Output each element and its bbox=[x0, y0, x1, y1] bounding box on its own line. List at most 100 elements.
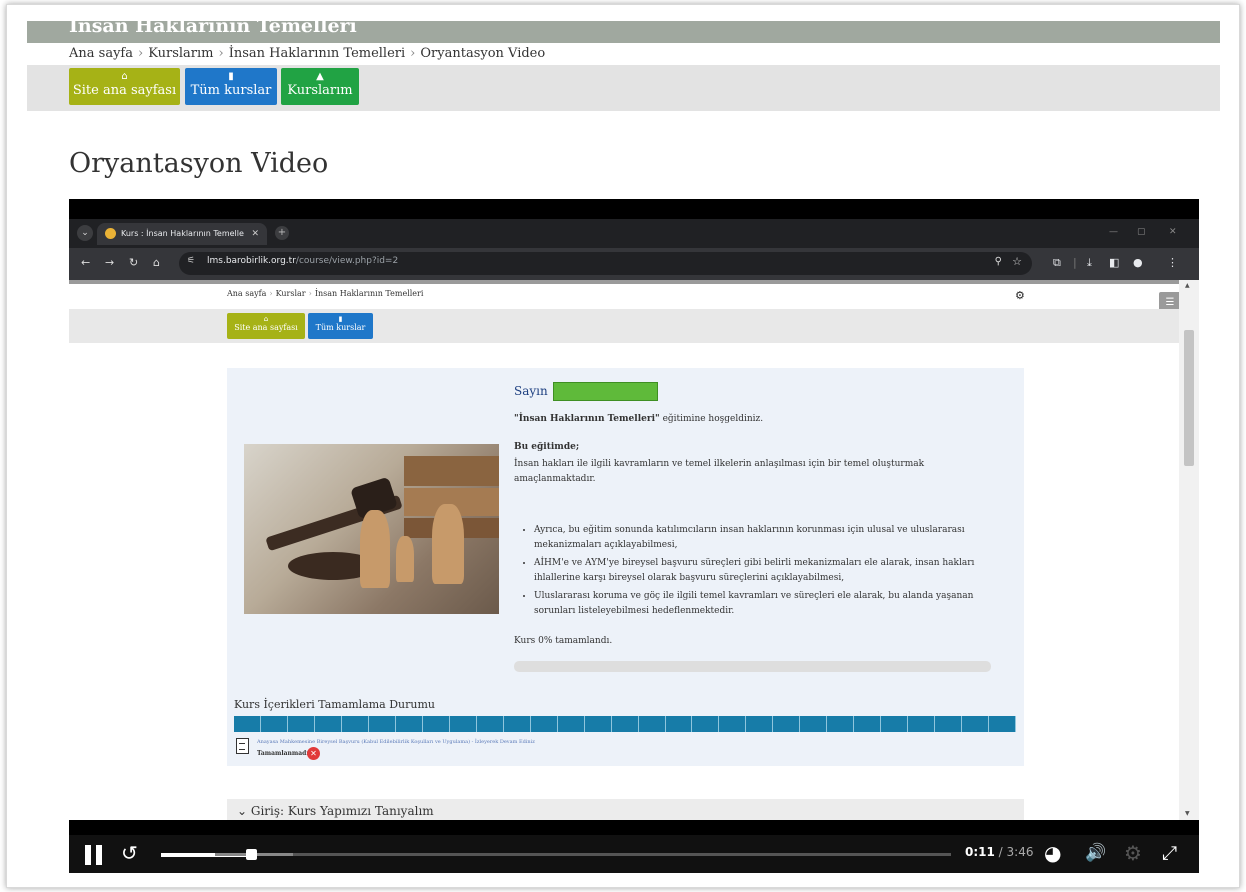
site-home-button[interactable]: ⌂ Site ana sayfası bbox=[69, 68, 180, 105]
inner-breadcrumb-home: Ana sayfa bbox=[227, 289, 267, 298]
list-item: Uluslararası koruma ve göç ile ilgili te… bbox=[534, 589, 984, 619]
section-title-text: Giriş: Kurs Yapımızı Tanıyalım bbox=[250, 804, 434, 818]
site-home-label: Site ana sayfası bbox=[72, 83, 177, 98]
scroll-up-icon: ▲ bbox=[1185, 282, 1190, 289]
course-progress-text: Kurs 0% tamamlandı. bbox=[514, 636, 613, 646]
minimize-icon: — bbox=[1109, 227, 1118, 237]
breadcrumb-separator: › bbox=[269, 289, 273, 298]
completion-segment bbox=[423, 716, 450, 732]
maximize-icon: ▢ bbox=[1137, 227, 1146, 237]
speed-icon[interactable]: ◕ bbox=[1044, 841, 1061, 865]
browser-tab: Kurs : İnsan Haklarının Temelle ✕ bbox=[97, 223, 267, 245]
zoom-icon: ⚲ bbox=[994, 256, 1002, 267]
completion-segment bbox=[666, 716, 693, 732]
inner-all-courses-label: Tüm kurslar bbox=[315, 323, 366, 332]
completion-segment bbox=[504, 716, 531, 732]
inner-breadcrumb-course: İnsan Haklarının Temelleri bbox=[314, 289, 424, 298]
time-display: 0:11 / 3:46 bbox=[965, 845, 1033, 859]
greeting: Sayın bbox=[514, 384, 548, 398]
reload-icon: ↻ bbox=[129, 256, 139, 269]
settings-gear-icon[interactable]: ⚙ bbox=[1124, 841, 1142, 865]
completion-segment bbox=[692, 716, 720, 732]
pause-button[interactable] bbox=[85, 845, 103, 865]
embedded-course-page: Ana sayfa › Kurslar › İnsan Haklarının Temel… bbox=[69, 280, 1199, 820]
completion-segment bbox=[234, 716, 261, 732]
my-courses-label: Kurslarım bbox=[287, 83, 353, 98]
seek-bar[interactable] bbox=[215, 853, 951, 856]
rewind-10-icon[interactable]: ↺ bbox=[121, 841, 138, 865]
inner-scrollbar: ▲ ▼ bbox=[1179, 280, 1199, 820]
browser-menu-icon: ⋮ bbox=[1167, 256, 1178, 269]
browser-address-bar: ← → ↻ ⌂ ⚟ lms.barobirlik.org.tr/course/v… bbox=[69, 248, 1199, 280]
new-tab-icon: + bbox=[275, 226, 289, 240]
home-icon: ⌂ bbox=[263, 315, 269, 323]
tab-search-icon: ⌄ bbox=[77, 225, 93, 241]
inner-all-courses-button: ▮ Tüm kurslar bbox=[308, 313, 373, 339]
completion-segment bbox=[827, 716, 855, 732]
tab-close-icon: ✕ bbox=[251, 229, 259, 239]
home-icon: ⌂ bbox=[121, 71, 128, 82]
course-title: İnsan Haklarının Temelleri bbox=[69, 21, 357, 37]
completion-segment bbox=[773, 716, 801, 732]
completion-segment bbox=[369, 716, 396, 732]
side-panel-icon: ◧ bbox=[1109, 256, 1120, 269]
welcome-text: "İnsan Haklarının Temelleri" eğitimine h… bbox=[514, 414, 763, 424]
all-courses-button[interactable]: ▮ Tüm kurslar bbox=[185, 68, 277, 105]
book-icon: ▮ bbox=[338, 315, 343, 323]
list-item: AİHM'e ve AYM'ye bireysel başvuru süreçl… bbox=[534, 556, 984, 586]
back-icon: ← bbox=[81, 256, 91, 269]
course-welcome-card: Sayın "İnsan Haklarının Temelleri" eğiti… bbox=[227, 368, 1024, 766]
my-courses-button[interactable]: ▲ Kurslarım bbox=[281, 68, 359, 105]
player-controls: ↺ 0:11 / 3:46 ◕ 🔊 ⚙ ⤢ bbox=[69, 820, 1199, 873]
completion-segment bbox=[881, 716, 909, 732]
section-header: ⌄ Giriş: Kurs Yapımızı Tanıyalım bbox=[227, 799, 1024, 820]
site-info-icon: ⚟ bbox=[187, 256, 196, 266]
course-progress-bar bbox=[514, 661, 991, 672]
breadcrumb-course[interactable]: İnsan Haklarının Temelleri bbox=[229, 46, 405, 61]
bu-egitimde-heading: Bu eğitimde; bbox=[514, 442, 580, 452]
completion-segment bbox=[531, 716, 558, 732]
current-time: 0:11 bbox=[965, 845, 995, 859]
url-path: /course/view.php?id=2 bbox=[295, 256, 399, 266]
redacted-name bbox=[553, 382, 658, 401]
course-description: İnsan hakları ile ilgili kavramların ve … bbox=[514, 459, 925, 484]
bookmark-star-icon: ☆ bbox=[1012, 255, 1022, 268]
completion-segment bbox=[746, 716, 774, 732]
completion-segment bbox=[558, 716, 585, 732]
page-frame: İnsan Haklarının Temelleri Ana sayfa › Kur… bbox=[6, 4, 1240, 888]
activity-link: Anayasa Mahkemesine Bireysel Başvuru (Ka… bbox=[257, 739, 535, 745]
inner-breadcrumb-courses: Kurslar bbox=[275, 289, 306, 298]
video-player[interactable]: ⌄ Kurs : İnsan Haklarının Temelle ✕ + — … bbox=[69, 199, 1199, 873]
inner-button-bar: ⌂ Site ana sayfası ▮ Tüm kurslar bbox=[69, 309, 1179, 343]
volume-icon[interactable]: 🔊 bbox=[1085, 843, 1106, 863]
completion-segment bbox=[288, 716, 315, 732]
window-close-icon: ✕ bbox=[1169, 227, 1177, 237]
extensions-icon: ⧉ bbox=[1053, 256, 1061, 269]
completion-segment bbox=[396, 716, 423, 732]
inner-header-bar bbox=[69, 280, 1199, 284]
breadcrumb-my-courses[interactable]: Kurslarım bbox=[148, 46, 213, 61]
breadcrumb-home[interactable]: Ana sayfa bbox=[69, 46, 133, 61]
list-item: Ayrıca, bu eğitim sonunda katılımcıların… bbox=[534, 523, 984, 553]
scrollbar-thumb bbox=[1184, 330, 1194, 466]
inner-breadcrumb: Ana sayfa › Kurslar › İnsan Haklarının Temel… bbox=[227, 289, 423, 298]
course-header: İnsan Haklarının Temelleri bbox=[27, 21, 1220, 43]
time-separator: / bbox=[994, 845, 1007, 859]
all-courses-label: Tüm kurslar bbox=[190, 83, 272, 98]
home-icon: ⌂ bbox=[153, 256, 160, 269]
favicon-icon bbox=[105, 228, 116, 239]
forward-icon: → bbox=[105, 256, 115, 269]
completion-segment-bar bbox=[234, 716, 1017, 732]
seek-handle[interactable] bbox=[246, 849, 258, 860]
completion-segment bbox=[450, 716, 477, 732]
completion-segment bbox=[585, 716, 612, 732]
fullscreen-icon[interactable]: ⤢ bbox=[1162, 842, 1177, 864]
url-text: lms.barobirlik.org.tr/course/view.php?id… bbox=[207, 256, 398, 266]
completion-segment bbox=[342, 716, 369, 732]
completion-segment bbox=[908, 716, 936, 732]
browser-tab-title: Kurs : İnsan Haklarının Temelle bbox=[121, 229, 244, 238]
completion-segment bbox=[962, 716, 990, 732]
scroll-down-icon: ▼ bbox=[1185, 810, 1190, 817]
nav-button-bar: ⌂ Site ana sayfası ▮ Tüm kurslar ▲ Kursl… bbox=[27, 65, 1220, 111]
completion-segment bbox=[935, 716, 963, 732]
